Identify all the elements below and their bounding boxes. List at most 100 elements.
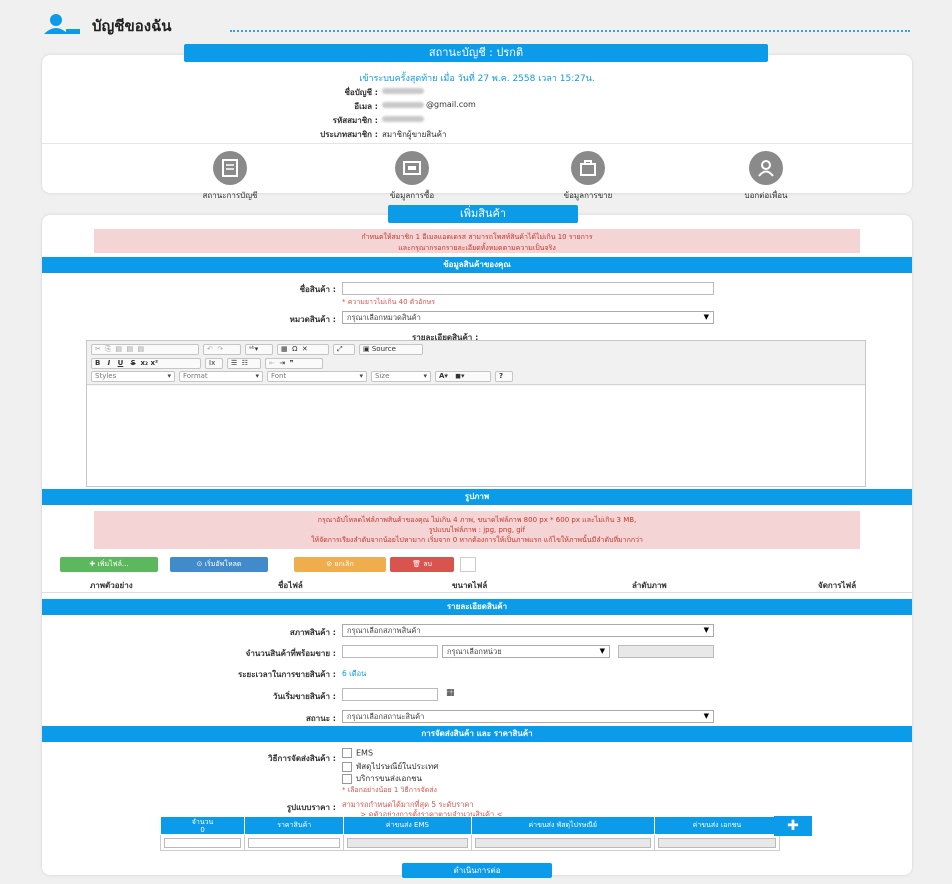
price-col-ems: ค่าขนส่ง EMS: [343, 816, 472, 835]
menu-purchase-info[interactable]: ข้อมูลการซื้อ: [352, 151, 472, 202]
menu-sales-info-label: ข้อมูลการขาย: [563, 191, 613, 200]
basic-style-group[interactable]: B I U S x₂ x²: [91, 358, 201, 369]
rich-text-editor[interactable]: ✂ ⎘ ▤ ▤ ▤ ↶ ↷ ᵃᵇ▾ ▦ Ω ✕ ⤢ ▣ Source B I U…: [86, 340, 866, 487]
menu-account-status[interactable]: สถานะการบัญชี: [170, 151, 290, 202]
spellcheck-button[interactable]: ᵃᵇ▾: [245, 344, 273, 355]
format-dropdown[interactable]: Format ▾: [179, 371, 263, 382]
status-select-value: กรุณาเลือกสถานะสินค้า: [347, 712, 425, 721]
file-col-preview: ภาพตัวอย่าง: [90, 581, 133, 590]
redo-icon[interactable]: ↷: [217, 345, 223, 353]
product-name-input[interactable]: [342, 282, 714, 295]
table-icon[interactable]: ▦: [281, 345, 288, 353]
paste-text-icon[interactable]: ▤: [126, 345, 133, 353]
size-dropdown[interactable]: Size ▾: [371, 371, 431, 382]
quantity-label: จำนวนสินค้าที่พร้อมขาย :: [245, 649, 336, 658]
maximize-button[interactable]: ⤢: [333, 344, 355, 355]
shipping-hint: * เลือกอย่างน้อย 1 วิธีการจัดส่ง: [342, 786, 437, 794]
cut-icon[interactable]: ✂: [95, 345, 101, 353]
special-char-icon[interactable]: Ω: [292, 345, 297, 353]
editor-toolbar: ✂ ⎘ ▤ ▤ ▤ ↶ ↷ ᵃᵇ▾ ▦ Ω ✕ ⤢ ▣ Source B I U…: [87, 341, 865, 385]
undo-redo-group[interactable]: ↶ ↷: [203, 344, 241, 355]
ems-checkbox[interactable]: [342, 748, 352, 758]
price-cell-input[interactable]: [248, 837, 341, 848]
member-id-label: รหัสสมาชิก :: [332, 116, 378, 125]
format-label: Format: [183, 372, 208, 380]
insert-group[interactable]: ▦ Ω ✕: [277, 344, 329, 355]
paste-icon[interactable]: ▤: [115, 345, 122, 353]
clipboard-group[interactable]: ✂ ⎘ ▤ ▤ ▤: [91, 344, 199, 355]
account-status-icon: [213, 151, 247, 185]
bullet-list-icon[interactable]: ☷: [242, 359, 248, 367]
start-date-label: วันเริ่มขายสินค้า :: [272, 692, 336, 701]
maximize-icon[interactable]: ✕: [302, 345, 308, 353]
subscript-icon[interactable]: x₂: [141, 359, 149, 367]
section-product-info: ข้อมูลสินค้าของคุณ: [42, 257, 912, 273]
cancel-upload-button[interactable]: ⊘ ยกเลิก: [294, 557, 386, 572]
file-col-name: ชื่อไฟล์: [278, 581, 303, 590]
price-cell: [653, 834, 781, 851]
price-format-label: รูปแบบราคา :: [286, 803, 336, 812]
editor-content-area[interactable]: [87, 386, 865, 486]
color-group[interactable]: A▾ ◼▾: [435, 371, 491, 382]
font-dropdown[interactable]: Font ▾: [267, 371, 367, 382]
post-checkbox[interactable]: [342, 761, 352, 772]
menu-tell-friends[interactable]: บอกต่อเพื่อน: [706, 151, 826, 202]
cancel-label: ยกเลิก: [334, 560, 354, 568]
page-header: บัญชีของฉัน: [40, 12, 910, 36]
category-select[interactable]: กรุณาเลือกหมวดสินค้า ▼: [342, 311, 714, 324]
start-upload-button[interactable]: ⊙ เริ่มอัพโหลด: [170, 557, 268, 572]
styles-dropdown[interactable]: Styles ▾: [91, 371, 175, 382]
chevron-down-icon: ▾: [167, 372, 171, 380]
start-date-input[interactable]: [342, 688, 438, 701]
size-label: Size: [375, 372, 390, 380]
list-group[interactable]: ☰ ☷: [227, 358, 261, 369]
outdent-icon[interactable]: ⇤: [269, 359, 275, 367]
product-name-hint: * ความยาวไม่เกิน 40 ตัวอักษร: [342, 298, 436, 306]
add-file-button[interactable]: ✚ เพิ่มไฟล์...: [60, 557, 158, 572]
indent-group[interactable]: ⇤ ⇥ ❞: [265, 358, 323, 369]
price-col-post: ค่าขนส่ง พัสดุไปรษณีย์: [470, 816, 655, 835]
shipping-option-ems[interactable]: EMS: [342, 748, 373, 758]
menu-sales-info[interactable]: ข้อมูลการขาย: [528, 151, 648, 202]
price-cell: [343, 834, 472, 851]
styles-label: Styles: [95, 372, 117, 380]
blockquote-icon[interactable]: ❞: [290, 359, 294, 367]
copy-icon[interactable]: ⎘: [105, 345, 111, 353]
price-cell: [470, 834, 655, 851]
italic-icon[interactable]: I: [108, 359, 111, 367]
superscript-icon[interactable]: x²: [151, 359, 159, 367]
indent-icon[interactable]: ⇥: [279, 359, 285, 367]
numbered-list-icon[interactable]: ☰: [231, 359, 237, 367]
bold-icon[interactable]: B: [95, 359, 100, 367]
source-button[interactable]: ▣ Source: [359, 344, 423, 355]
paste-word-icon[interactable]: ▤: [138, 345, 145, 353]
strike-icon[interactable]: S: [131, 359, 136, 367]
unit-select[interactable]: กรุณาเลือกหน่วย ▼: [442, 645, 610, 658]
condition-select[interactable]: กรุณาเลือกสภาพสินค้า ▼: [342, 624, 714, 637]
text-color-icon[interactable]: A▾: [439, 372, 448, 380]
category-select-value: กรุณาเลือกหมวดสินค้า: [347, 313, 421, 322]
quantity-input[interactable]: [342, 645, 438, 658]
post-limit-line1: กำหนดให้สมาชิก 1 อีเมลแอดเดรส สามารถโพสท…: [361, 233, 593, 241]
remove-format-button[interactable]: Ix: [205, 358, 223, 369]
shipping-option-private[interactable]: บริการขนส่งเอกชน: [342, 772, 422, 785]
add-price-row-button[interactable]: ✚: [774, 816, 812, 836]
underline-icon[interactable]: U: [118, 359, 124, 367]
select-all-checkbox[interactable]: [460, 557, 476, 572]
bg-color-icon[interactable]: ◼▾: [455, 372, 464, 380]
image-rules-alert: กรุณาอัปโหลดไฟล์ภาพสินค้าของคุณ ไม่เกิน …: [94, 511, 860, 549]
status-select[interactable]: กรุณาเลือกสถานะสินค้า ▼: [342, 710, 714, 723]
private-checkbox[interactable]: [342, 773, 352, 784]
undo-icon[interactable]: ↶: [207, 345, 213, 353]
image-rules-line2: รูปแบบไฟล์ภาพ : jpg, png, gif: [428, 526, 526, 534]
shipping-method-label: วิธีการจัดส่งสินค้า :: [268, 754, 336, 763]
menu-tell-friends-label: บอกต่อเพื่อน: [744, 191, 788, 200]
delete-files-button[interactable]: 🗑 ลบ: [390, 557, 454, 572]
help-button[interactable]: ?: [495, 371, 513, 382]
quantity-cell-input[interactable]: [164, 837, 242, 848]
chevron-down-icon: ▼: [703, 712, 709, 720]
calendar-icon[interactable]: ▦: [446, 688, 455, 698]
continue-button[interactable]: ดำเนินการต่อ: [402, 863, 552, 878]
status-label: สถานะ :: [306, 714, 336, 723]
duration-value: 6 เดือน: [342, 669, 367, 678]
